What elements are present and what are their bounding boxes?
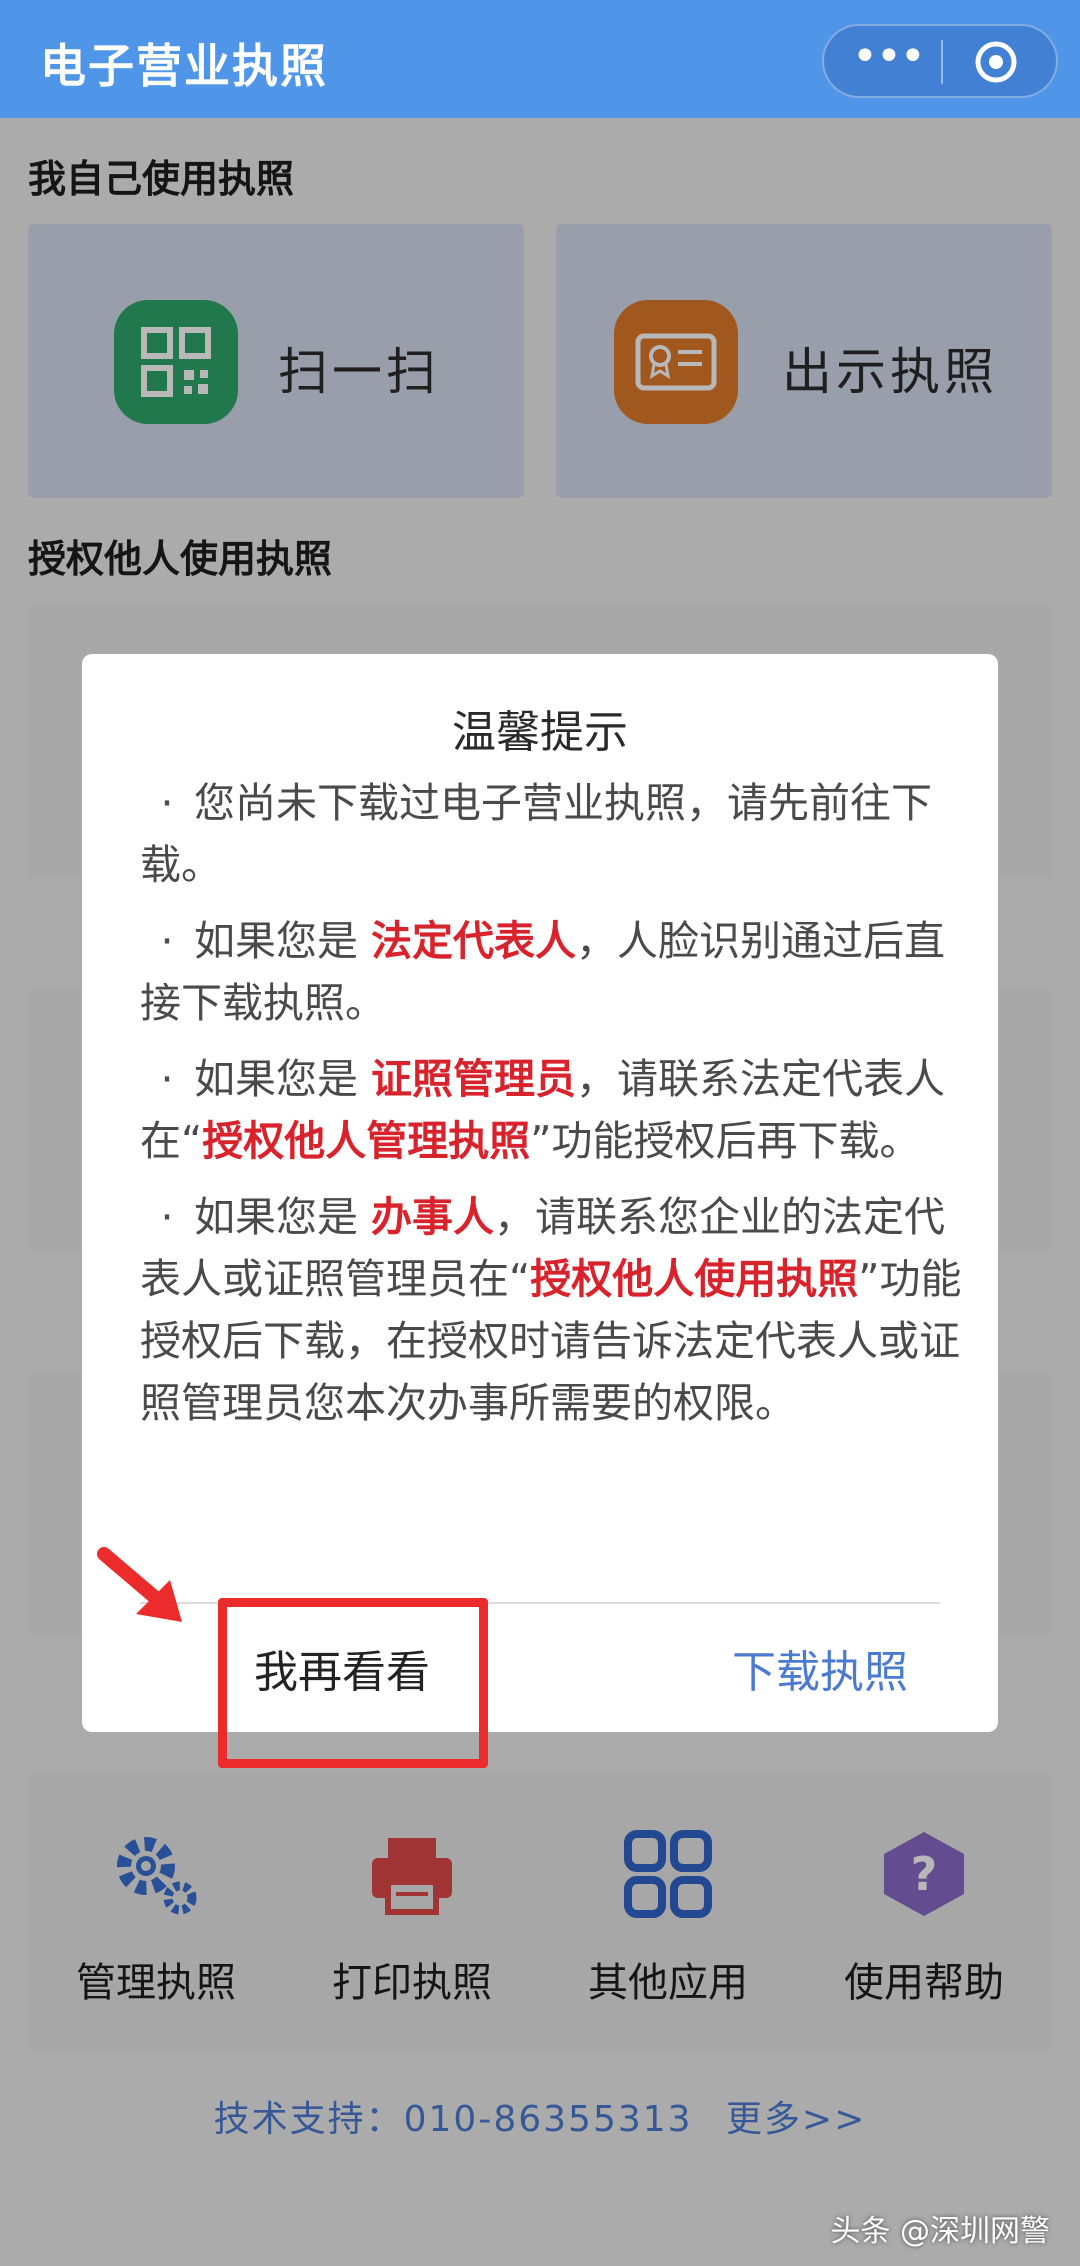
download-license-button[interactable]: 下载执照 bbox=[732, 1636, 908, 1700]
capsule-divider bbox=[941, 40, 943, 84]
tip-item: · 如果您是 证照管理员，请联系法定代表人在“授权他人管理执照”功能授权后再下载。 bbox=[140, 1055, 946, 1165]
page-title: 电子营业执照 bbox=[40, 39, 328, 93]
tip-item: · 您尚未下载过电子营业执照，请先前往下载。 bbox=[140, 779, 932, 889]
tip-item: · 如果您是 办事人，请联系您企业的法定代表人或证照管理员在“授权他人使用执照”功… bbox=[140, 1193, 962, 1427]
ellipsis-icon[interactable]: ••• bbox=[852, 35, 926, 84]
annotation-arrow-icon bbox=[97, 1547, 182, 1622]
app-header: 电子营业执照 ••• bbox=[0, 0, 1080, 118]
dialog-tips: · 您尚未下载过电子营业执照，请先前往下载。 · 如果您是 法定代表人，人脸识别通过… bbox=[140, 772, 970, 1448]
watermark-text: 头条 @深圳网警 bbox=[830, 2214, 1050, 2249]
mini-program-capsule: ••• bbox=[822, 24, 1058, 98]
reminder-dialog: 温馨提示 · 您尚未下载过电子营业执照，请先前往下载。 · 如果您是 法定代表人，人… bbox=[82, 654, 998, 1732]
target-icon[interactable] bbox=[974, 40, 1018, 84]
annotation-highlight-box bbox=[218, 1598, 488, 1768]
tip-item: · 如果您是 法定代表人，人脸识别通过后直接下载执照。 bbox=[140, 917, 946, 1027]
dialog-title: 温馨提示 bbox=[452, 707, 628, 758]
